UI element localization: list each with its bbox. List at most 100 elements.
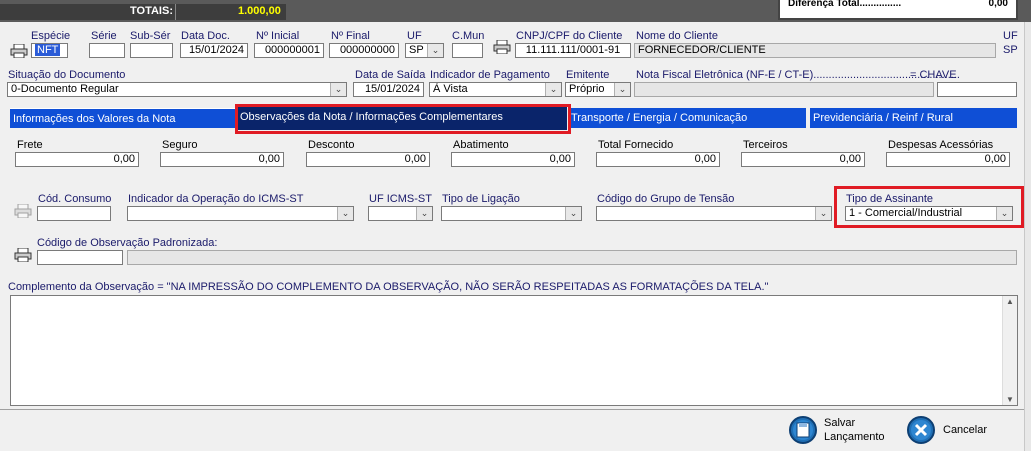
totals-value: 1.000,00 (238, 5, 281, 17)
serie-label: Série (91, 30, 117, 42)
subserie-input[interactable] (130, 43, 173, 58)
cancelar-label: Cancelar (943, 424, 988, 436)
totals-strip: TOTAIS: 1.000,00 Diferença Total........… (0, 0, 1031, 22)
salvar-button[interactable]: Salvar Lançamento (788, 415, 888, 447)
printer-icon[interactable] (493, 40, 511, 54)
terceiros-label: Terceiros (743, 139, 788, 151)
ninicial-input[interactable]: 000000001 (254, 43, 324, 58)
datadoc-input[interactable]: 15/01/2024 (180, 43, 248, 58)
tipolig-label: Tipo de Ligação (442, 193, 520, 205)
tab-previdenciaria[interactable]: Previdenciária / Reinf / Rural (810, 108, 1017, 128)
scroll-down-icon[interactable]: ▼ (1006, 395, 1014, 404)
nfinal-input[interactable]: 000000000 (329, 43, 399, 58)
tab-transporte[interactable]: Transporte / Energia / Comunicação (568, 108, 806, 128)
cancelar-button[interactable]: Cancelar (906, 415, 1006, 447)
indop-select[interactable]: ⌄ (127, 206, 354, 221)
seguro-label: Seguro (162, 139, 198, 151)
codobs-label: Código de Observação Padronizada: (37, 237, 218, 249)
save-icon (789, 416, 817, 444)
indop-label: Indicador da Operação do ICMS-ST (128, 193, 304, 205)
diferenca-value: 0,00 (988, 0, 1008, 9)
datasaida-input[interactable]: 15/01/2024 (353, 82, 424, 97)
complemento-label: Complemento da Observação = "NA IMPRESSÃ… (8, 281, 769, 293)
uf2-value: SP (1003, 44, 1018, 56)
chevron-down-icon[interactable]: ⌄ (330, 83, 346, 96)
codobs-input[interactable] (37, 250, 123, 265)
cnpj-input[interactable]: 11.111.111/0001-91 (515, 43, 631, 58)
terceiros-input[interactable]: 0,00 (741, 152, 865, 167)
serie-input[interactable] (89, 43, 125, 58)
abatimento-label: Abatimento (453, 139, 509, 151)
chevron-down-icon[interactable]: ⌄ (427, 44, 443, 57)
tab-valores-label: Informações dos Valores da Nota (13, 113, 176, 125)
situacao-value: 0-Documento Regular (11, 83, 119, 95)
nfinal-label: Nº Final (331, 30, 370, 42)
uf-value: SP (409, 44, 424, 56)
tipolig-select[interactable]: ⌄ (441, 206, 582, 221)
salvar-label-1: Salvar (824, 417, 856, 429)
footer-separator (0, 409, 1031, 410)
chevron-down-icon[interactable]: ⌄ (565, 207, 581, 220)
textarea-scrollbar[interactable]: ▲ ▼ (1002, 296, 1017, 405)
grupo-label: Código do Grupo de Tensão (597, 193, 735, 205)
nfe-input[interactable] (634, 82, 934, 97)
chevron-down-icon[interactable]: ⌄ (545, 83, 561, 96)
subserie-label: Sub-Sér (130, 30, 171, 42)
situacao-select[interactable]: 0-Documento Regular ⌄ (7, 82, 347, 97)
cmun-label: C.Mun (452, 30, 485, 42)
chave-label: = CHAVE (910, 69, 957, 81)
chevron-down-icon[interactable]: ⌄ (416, 207, 432, 220)
emitente-value: Próprio (569, 83, 605, 95)
frete-label: Frete (17, 139, 43, 151)
despesas-label: Despesas Acessórias (888, 139, 994, 151)
totalfornecido-input[interactable]: 0,00 (596, 152, 720, 167)
seguro-input[interactable]: 0,00 (160, 152, 284, 167)
window-edge (1024, 22, 1031, 451)
highlight-tab-box (235, 104, 571, 134)
despesas-input[interactable]: 0,00 (886, 152, 1010, 167)
especie-label: Espécie (31, 30, 71, 42)
tab-transporte-label: Transporte / Energia / Comunicação (571, 112, 748, 124)
chevron-down-icon[interactable]: ⌄ (815, 207, 831, 220)
uf-label: UF (407, 30, 422, 42)
diferenca-panel: Diferença Total............... 0,00 (778, 0, 1018, 20)
totals-label: TOTAIS: (130, 5, 173, 17)
desconto-input[interactable]: 0,00 (306, 152, 430, 167)
ninicial-label: Nº Inicial (256, 30, 300, 42)
datasaida-label: Data de Saída (355, 69, 426, 81)
cmun-input[interactable] (452, 43, 483, 58)
indpag-label: Indicador de Pagamento (430, 69, 550, 81)
tab-valores[interactable]: Informações dos Valores da Nota (10, 108, 236, 128)
codconsumo-label: Cód. Consumo (38, 193, 112, 205)
chevron-down-icon[interactable]: ⌄ (337, 207, 353, 220)
especie-value: NFT (35, 44, 61, 56)
complemento-textarea[interactable]: ▲ ▼ (10, 295, 1018, 406)
printer-icon[interactable] (10, 44, 28, 58)
scroll-up-icon[interactable]: ▲ (1006, 297, 1014, 306)
emitente-select[interactable]: Próprio ⌄ (565, 82, 631, 97)
indpag-select[interactable]: À Vista ⌄ (429, 82, 562, 97)
abatimento-input[interactable]: 0,00 (451, 152, 575, 167)
grupo-select[interactable]: ⌄ (596, 206, 832, 221)
nome-input[interactable]: FORNECEDOR/CLIENTE (634, 43, 996, 58)
chave-input[interactable] (937, 82, 1017, 97)
tab-previdenciaria-label: Previdenciária / Reinf / Rural (813, 112, 954, 124)
emitente-label: Emitente (566, 69, 610, 81)
codobs-description (127, 250, 1017, 265)
codconsumo-input[interactable] (37, 206, 111, 221)
highlight-assinante-box (834, 186, 1024, 228)
ufst-select[interactable]: ⌄ (368, 206, 433, 221)
chevron-down-icon[interactable]: ⌄ (614, 83, 630, 96)
uf-select[interactable]: SP ⌄ (405, 43, 444, 58)
cnpj-label: CNPJ/CPF do Cliente (516, 30, 623, 42)
uf2-label: UF (1003, 30, 1018, 42)
salvar-label-2: Lançamento (824, 431, 885, 443)
ufst-label: UF ICMS-ST (369, 193, 432, 205)
totalfornecido-label: Total Fornecido (598, 139, 674, 151)
printer-icon (14, 204, 32, 218)
frete-input[interactable]: 0,00 (15, 152, 139, 167)
especie-input[interactable]: NFT (31, 43, 68, 58)
nome-label: Nome do Cliente (636, 30, 718, 42)
printer-icon[interactable] (14, 248, 32, 262)
datadoc-label: Data Doc. (181, 30, 230, 42)
